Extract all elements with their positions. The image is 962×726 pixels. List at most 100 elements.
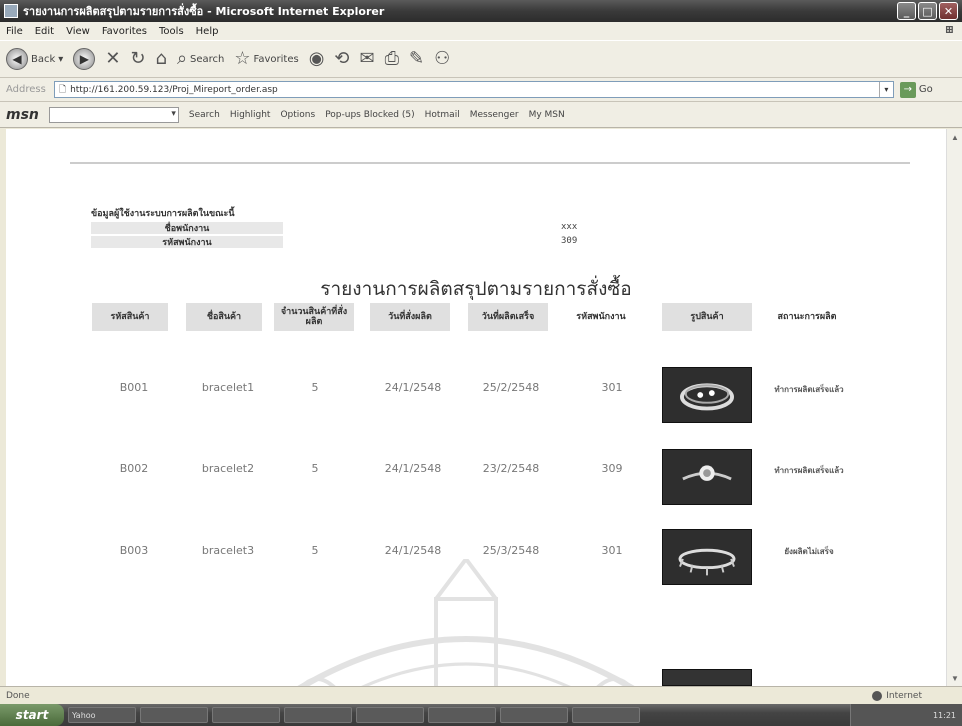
ie-icon bbox=[4, 4, 18, 18]
row1-name: bracelet1 bbox=[201, 381, 255, 394]
msn-options-button[interactable]: Options bbox=[280, 110, 315, 120]
taskbar-item-4[interactable] bbox=[284, 707, 352, 723]
bracelet-image-1 bbox=[663, 368, 751, 422]
favorites-button[interactable]: ☆ Favorites bbox=[234, 50, 298, 68]
menu-favorites[interactable]: Favorites bbox=[102, 26, 147, 37]
taskbar-item-5[interactable] bbox=[356, 707, 424, 723]
row3-qty: 5 bbox=[311, 544, 319, 557]
search-button[interactable]: ⌕ Search bbox=[177, 50, 224, 68]
msn-highlight-button[interactable]: Highlight bbox=[230, 110, 271, 120]
address-bar: Address 🗋 http://161.200.59.123/Proj_Mir… bbox=[0, 78, 962, 102]
my-msn-link[interactable]: My MSN bbox=[529, 110, 565, 120]
msn-toolbar: msn Search Highlight Options Pop-ups Blo… bbox=[0, 102, 962, 128]
scroll-down-icon[interactable]: ▼ bbox=[947, 670, 962, 686]
refresh-button[interactable]: ↻ bbox=[130, 50, 145, 68]
windows-logo-icon: ⊞ bbox=[944, 23, 954, 36]
employee-name-label: ชื่อพนักงาน bbox=[91, 222, 283, 234]
messenger-icon: ⚇ bbox=[434, 48, 451, 69]
page-icon: 🗋 bbox=[58, 84, 67, 95]
back-button[interactable]: ◀ Back ▾ bbox=[6, 48, 63, 70]
scroll-up-icon[interactable]: ▲ bbox=[947, 129, 962, 145]
taskbar: start Yahoo 11:21 bbox=[0, 704, 962, 726]
status-bar: Done Internet bbox=[0, 686, 962, 704]
menu-file[interactable]: File bbox=[6, 26, 23, 37]
row1-status: ทำการผลิตเสร็จแล้ว bbox=[774, 385, 844, 394]
forward-button[interactable]: ▶ bbox=[73, 48, 96, 70]
row2-code: B002 bbox=[119, 462, 149, 475]
start-button[interactable]: start bbox=[0, 704, 64, 726]
header-finish-date: วันที่ผลิตเสร็จ bbox=[468, 303, 548, 331]
row3-employee: 301 bbox=[601, 544, 623, 557]
address-url: http://161.200.59.123/Proj_Mireport_orde… bbox=[70, 84, 278, 95]
row3-product-image[interactable] bbox=[662, 529, 752, 585]
taskbar-item-7[interactable] bbox=[500, 707, 568, 723]
row4-product-image[interactable] bbox=[662, 669, 752, 686]
taskbar-item-2[interactable] bbox=[140, 707, 208, 723]
vertical-scrollbar[interactable]: ▲ ▼ bbox=[946, 129, 962, 686]
messenger-link[interactable]: Messenger bbox=[470, 110, 519, 120]
row2-qty: 5 bbox=[311, 462, 319, 475]
browser-window: รายงานการผลิตสรุปตามรายการสั่งซื้อ - Mic… bbox=[0, 0, 962, 726]
history-button[interactable]: ⟲ bbox=[334, 50, 349, 68]
header-product-code: รหัสสินค้า bbox=[92, 303, 168, 331]
messenger-button[interactable]: ⚇ bbox=[434, 50, 450, 68]
row1-code: B001 bbox=[119, 381, 149, 394]
history-icon: ⟲ bbox=[334, 48, 350, 69]
edit-button[interactable]: ✎ bbox=[409, 50, 424, 68]
address-input[interactable]: 🗋 http://161.200.59.123/Proj_Mireport_or… bbox=[53, 81, 894, 98]
menu-view[interactable]: View bbox=[66, 26, 90, 37]
row2-product-image[interactable] bbox=[662, 449, 752, 505]
menu-help[interactable]: Help bbox=[196, 26, 219, 37]
minimize-button[interactable]: _ bbox=[897, 2, 916, 20]
row3-order-date: 24/1/2548 bbox=[384, 544, 442, 557]
menu-tools[interactable]: Tools bbox=[159, 26, 184, 37]
media-button[interactable]: ◉ bbox=[309, 50, 325, 68]
row1-qty: 5 bbox=[311, 381, 319, 394]
mail-icon: ✉ bbox=[359, 48, 375, 69]
back-dropdown-icon[interactable]: ▾ bbox=[58, 54, 63, 65]
media-icon: ◉ bbox=[308, 48, 325, 69]
popup-blocker-button[interactable]: Pop-ups Blocked (5) bbox=[325, 110, 414, 120]
address-dropdown-icon[interactable]: ▾ bbox=[878, 82, 893, 97]
home-button[interactable]: ⌂ bbox=[156, 50, 167, 68]
row2-name: bracelet2 bbox=[201, 462, 255, 475]
window-title: รายงานการผลิตสรุปตามรายการสั่งซื้อ - Mic… bbox=[23, 5, 385, 18]
report-title: รายงานการผลิตสรุปตามรายการสั่งซื้อ bbox=[320, 278, 632, 300]
close-button[interactable]: ✕ bbox=[939, 2, 958, 20]
employee-name-value: xxx bbox=[561, 222, 578, 232]
row3-done-date: 25/3/2548 bbox=[482, 544, 540, 557]
window-controls: _ □ ✕ bbox=[897, 2, 958, 20]
row1-employee: 301 bbox=[601, 381, 623, 394]
search-label: Search bbox=[190, 53, 225, 65]
refresh-icon: ↻ bbox=[130, 48, 146, 69]
favorites-star-icon: ☆ bbox=[234, 48, 251, 69]
msn-search-button[interactable]: Search bbox=[189, 110, 220, 120]
print-button[interactable]: ⎙ bbox=[385, 50, 399, 68]
zone-label: Internet bbox=[886, 690, 922, 701]
stop-button[interactable]: ✕ bbox=[105, 50, 120, 68]
menu-bar: File Edit View Favorites Tools Help ⊞ bbox=[0, 22, 962, 40]
taskbar-item-3[interactable] bbox=[212, 707, 280, 723]
go-button[interactable]: → Go bbox=[899, 81, 933, 98]
standard-toolbar: ◀ Back ▾ ▶ ✕ ↻ ⌂ ⌕ Search ☆ Favorites ◉ … bbox=[0, 40, 962, 78]
row1-product-image[interactable] bbox=[662, 367, 752, 423]
mail-button[interactable]: ✉ bbox=[360, 50, 375, 68]
maximize-button[interactable]: □ bbox=[918, 2, 937, 20]
taskbar-item-8[interactable] bbox=[572, 707, 640, 723]
hotmail-button[interactable]: Hotmail bbox=[425, 110, 460, 120]
clock: 11:21 bbox=[932, 710, 956, 720]
row2-employee: 309 bbox=[601, 462, 623, 475]
taskbar-item-1[interactable]: Yahoo bbox=[68, 707, 136, 723]
employee-id-value: 309 bbox=[561, 236, 578, 246]
menu-edit[interactable]: Edit bbox=[35, 26, 54, 37]
msn-logo[interactable]: msn bbox=[6, 107, 39, 123]
edit-icon: ✎ bbox=[409, 48, 425, 69]
header-order-date: วันที่สั่งผลิต bbox=[370, 303, 450, 331]
globe-icon bbox=[872, 690, 883, 701]
taskbar-item-6[interactable] bbox=[428, 707, 496, 723]
msn-search-input[interactable] bbox=[48, 106, 179, 123]
header-status: สถานะการผลิต bbox=[777, 311, 837, 322]
bracelet-image-2 bbox=[663, 450, 751, 504]
page-content: ข้อมูลผู้ใช้งานระบบการผลิตในขณะนี้ ชื่อพ… bbox=[6, 129, 946, 686]
row3-code: B003 bbox=[119, 544, 149, 557]
